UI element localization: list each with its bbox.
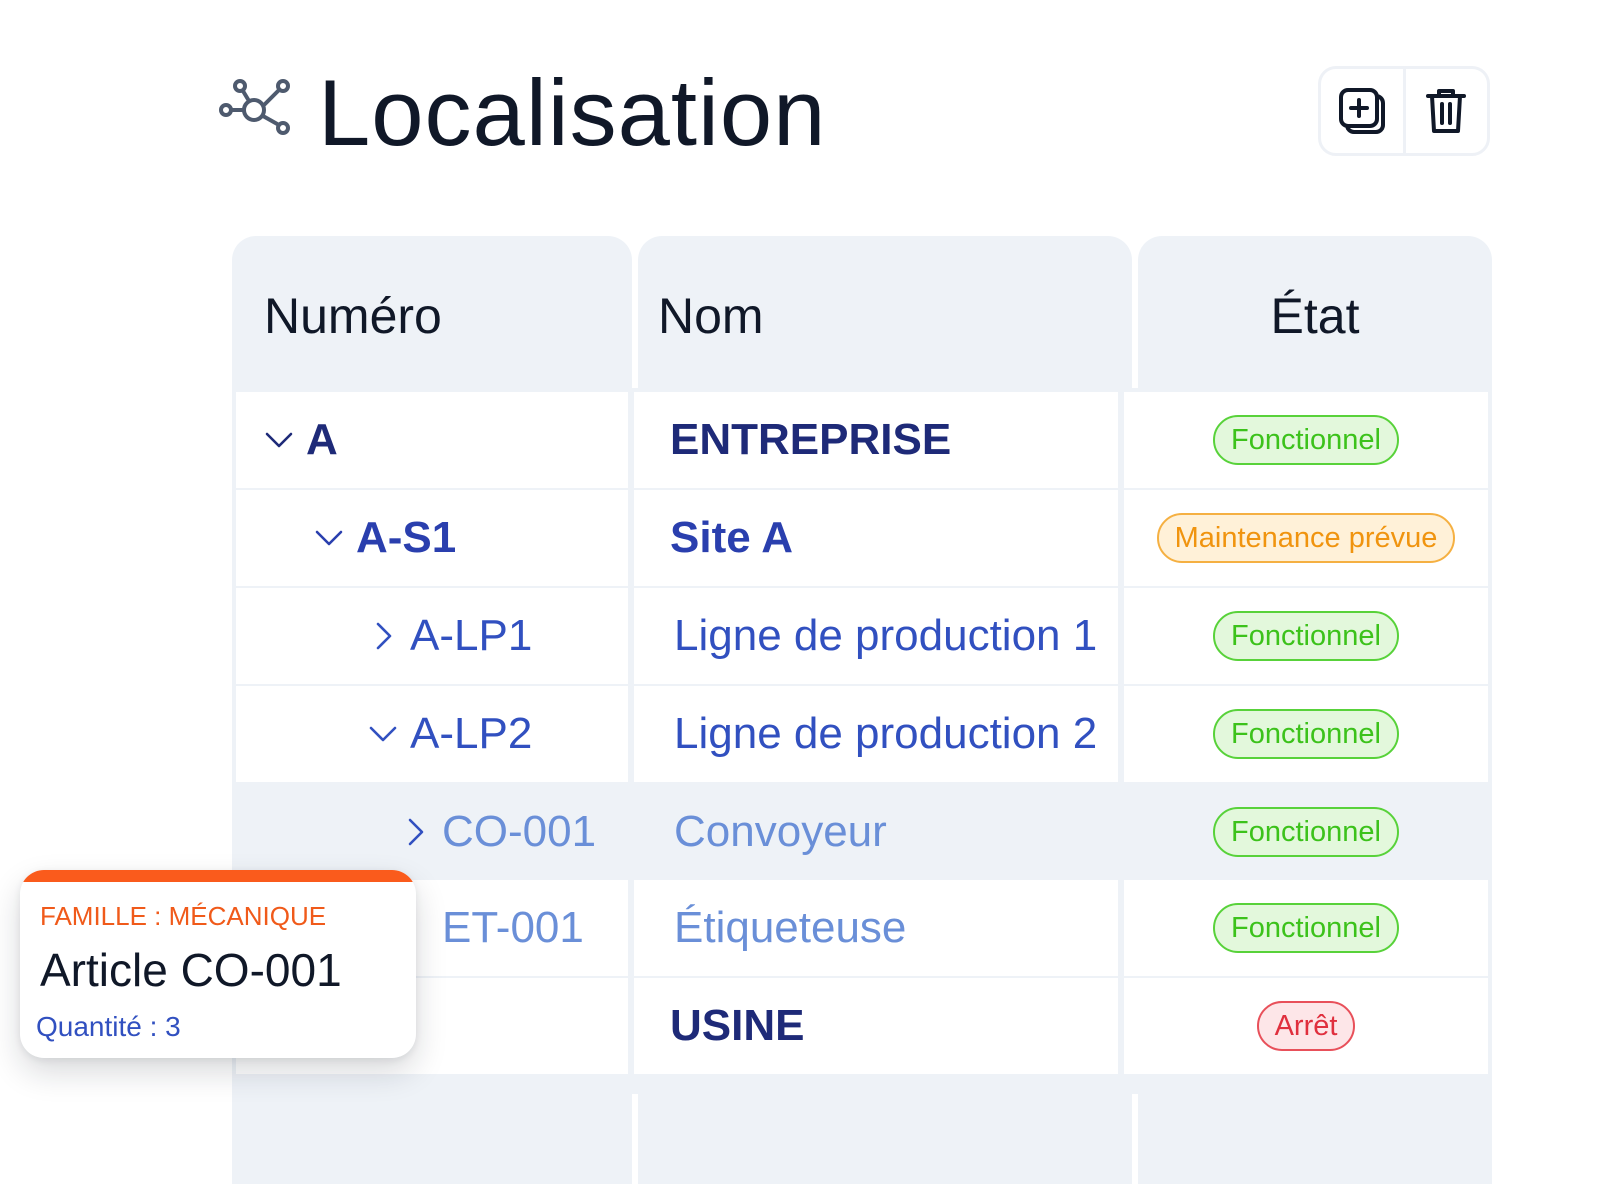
table-row[interactable]: USINE Arrêt bbox=[236, 978, 1488, 1074]
cell-etat: Fonctionnel bbox=[1124, 392, 1488, 488]
cell-etat: Fonctionnel bbox=[1124, 588, 1488, 684]
row-name: ENTREPRISE bbox=[670, 415, 952, 464]
row-number-text: A bbox=[306, 415, 338, 464]
row-number: A bbox=[262, 392, 338, 488]
row-number-text: ET-001 bbox=[442, 903, 584, 952]
row-number-text: A-S1 bbox=[356, 513, 457, 562]
row-name: USINE bbox=[670, 1001, 805, 1050]
table-row[interactable]: CO-001 Convoyeur Fonctionnel bbox=[236, 784, 1488, 880]
cell-nom: Étiqueteuse bbox=[634, 880, 1118, 976]
cell-nom: Ligne de production 2 bbox=[634, 686, 1118, 782]
chevron-right-icon[interactable] bbox=[366, 619, 400, 653]
row-name: Convoyeur bbox=[674, 807, 887, 856]
cell-etat: Maintenance prévue bbox=[1124, 490, 1488, 586]
cell-nom: USINE bbox=[634, 978, 1118, 1074]
delete-button[interactable] bbox=[1402, 69, 1488, 153]
row-number-text: A-LP2 bbox=[410, 709, 533, 758]
plus-square-icon bbox=[1338, 88, 1385, 134]
cell-numero: CO-001 bbox=[236, 784, 628, 880]
chevron-down-icon[interactable] bbox=[366, 717, 400, 751]
cell-etat: Fonctionnel bbox=[1124, 880, 1488, 976]
page-title: Localisation bbox=[318, 60, 827, 165]
table-row[interactable]: A ENTREPRISE Fonctionnel bbox=[236, 392, 1488, 488]
status-badge: Fonctionnel bbox=[1213, 709, 1399, 759]
status-badge: Fonctionnel bbox=[1213, 807, 1399, 857]
popup-title: Article CO-001 bbox=[40, 944, 342, 996]
table-row[interactable]: A-S1 Site A Maintenance prévue bbox=[236, 490, 1488, 586]
row-number-text: CO-001 bbox=[442, 807, 597, 856]
header-actions bbox=[1318, 66, 1490, 156]
cell-nom: Site A bbox=[634, 490, 1118, 586]
cell-etat: Arrêt bbox=[1124, 978, 1488, 1074]
chevron-right-icon[interactable] bbox=[398, 815, 432, 849]
chevron-down-icon[interactable] bbox=[312, 521, 346, 555]
row-name: Site A bbox=[670, 513, 794, 562]
status-badge: Fonctionnel bbox=[1213, 903, 1399, 953]
row-number: ET-001 bbox=[398, 880, 584, 976]
trash-icon bbox=[1426, 89, 1467, 133]
popup-accent-bar bbox=[20, 870, 416, 882]
cell-nom: ENTREPRISE bbox=[634, 392, 1118, 488]
row-number: A-LP1 bbox=[366, 588, 532, 684]
status-badge: Fonctionnel bbox=[1213, 611, 1399, 661]
table-row[interactable]: ET-001 Étiqueteuse Fonctionnel bbox=[236, 880, 1488, 976]
status-badge: Maintenance prévue bbox=[1156, 513, 1456, 563]
chevron-down-icon[interactable] bbox=[262, 423, 296, 457]
row-number-text: A-LP1 bbox=[410, 611, 533, 660]
cell-nom: Ligne de production 1 bbox=[634, 588, 1118, 684]
table-row[interactable]: A-LP1 Ligne de production 1 Fonctionnel bbox=[236, 588, 1488, 684]
location-table: Numéro Nom État A ENTREPRISE Fonctionnel A-… bbox=[232, 236, 1492, 1184]
cell-numero: A bbox=[236, 392, 628, 488]
row-name: Ligne de production 1 bbox=[674, 611, 1098, 660]
cell-numero: A-LP2 bbox=[236, 686, 628, 782]
cell-etat: Fonctionnel bbox=[1124, 686, 1488, 782]
network-icon bbox=[219, 79, 290, 135]
add-button[interactable] bbox=[1321, 69, 1403, 153]
cell-numero: A-LP1 bbox=[236, 588, 628, 684]
table-row[interactable]: A-LP2 Ligne de production 2 Fonctionnel bbox=[236, 686, 1488, 782]
column-header-etat[interactable]: État bbox=[1138, 286, 1492, 346]
row-number: CO-001 bbox=[398, 784, 596, 880]
cell-nom: Convoyeur bbox=[634, 784, 1118, 880]
row-name: Ligne de production 2 bbox=[674, 709, 1098, 758]
row-number: A-S1 bbox=[312, 490, 456, 586]
cell-numero: A-S1 bbox=[236, 490, 628, 586]
column-header-nom[interactable]: Nom bbox=[658, 286, 764, 346]
popup-quantity: Quantité : 3 bbox=[36, 1011, 181, 1042]
column-header-numero[interactable]: Numéro bbox=[264, 286, 442, 346]
status-badge: Fonctionnel bbox=[1213, 415, 1399, 465]
popup-family: FAMILLE : MÉCANIQUE bbox=[40, 901, 327, 931]
cell-etat: Fonctionnel bbox=[1124, 784, 1488, 880]
row-number: A-LP2 bbox=[366, 686, 532, 782]
article-popup: FAMILLE : MÉCANIQUE Article CO-001 Quant… bbox=[20, 870, 416, 1058]
status-badge: Arrêt bbox=[1256, 1001, 1356, 1051]
row-name: Étiqueteuse bbox=[674, 903, 907, 952]
